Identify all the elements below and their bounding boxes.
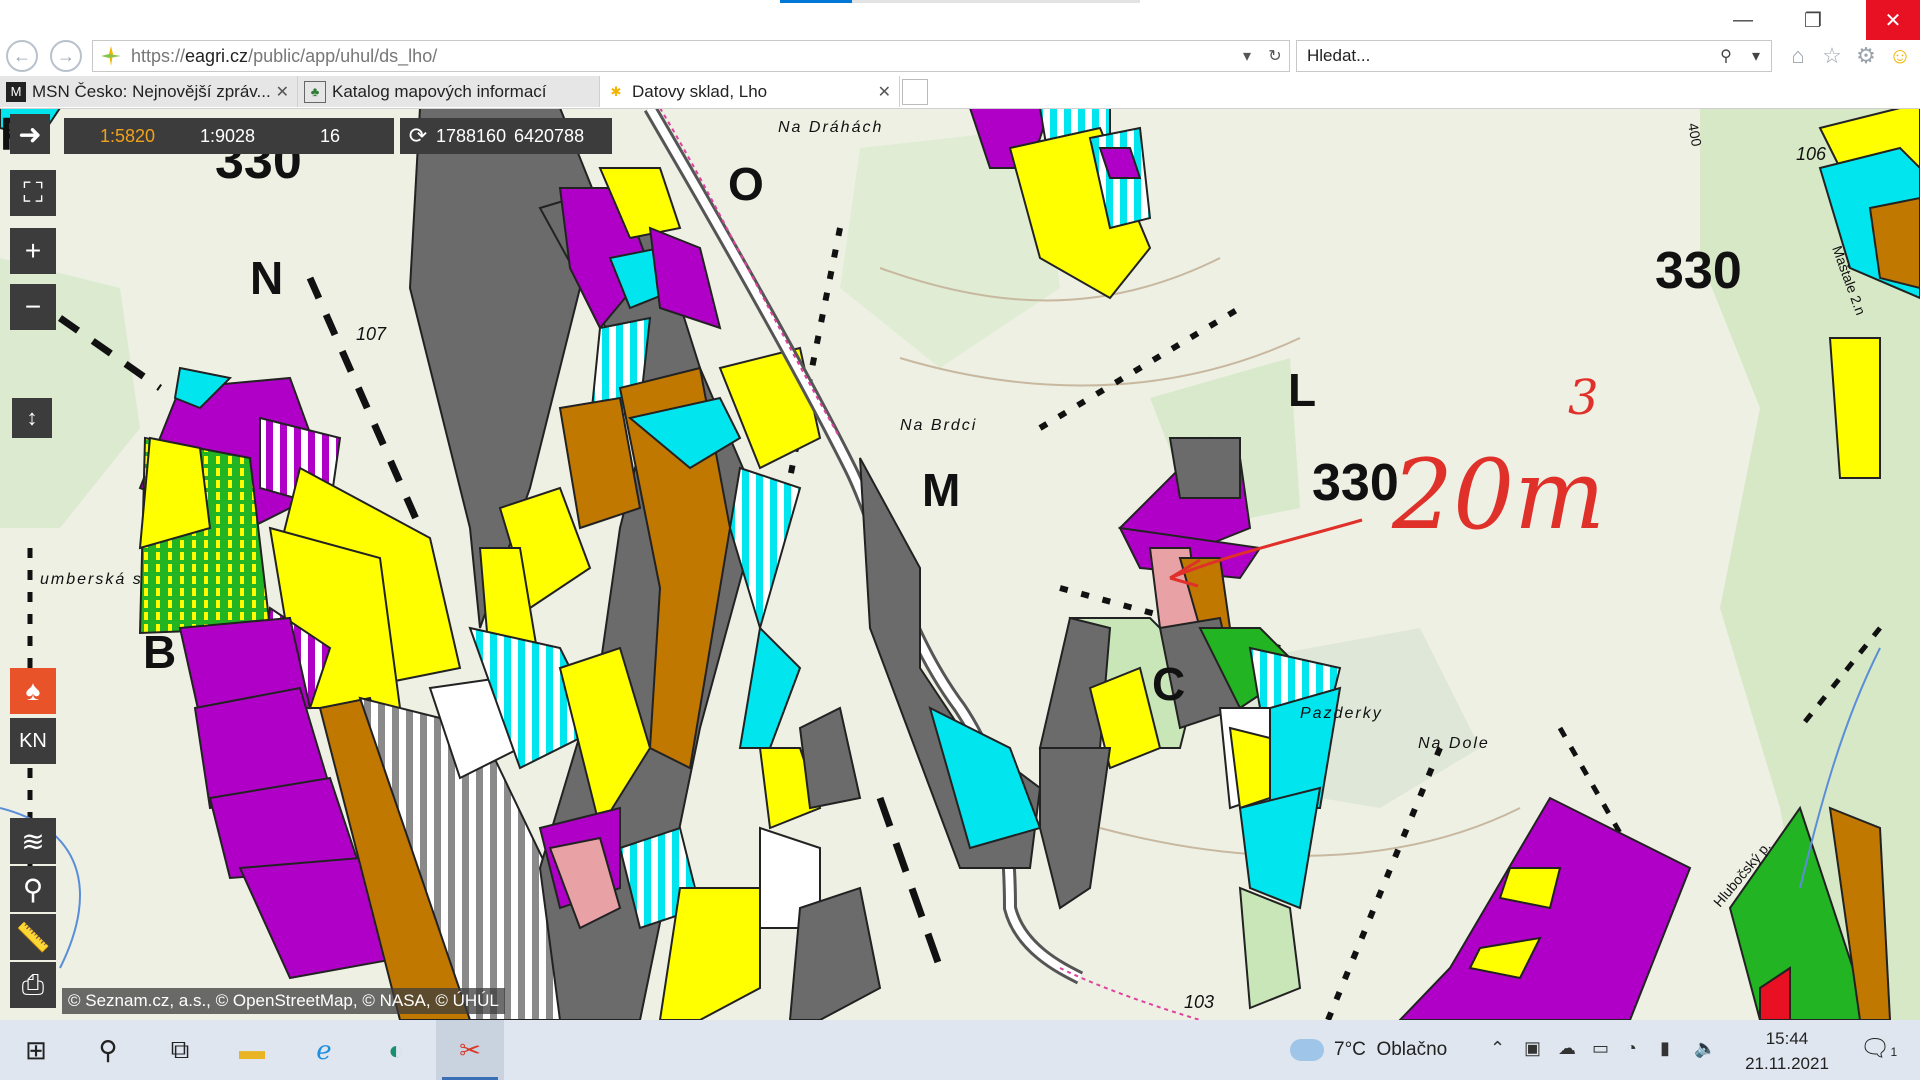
snipping-tool-icon[interactable]: ✂ xyxy=(436,1020,504,1080)
search-map-icon[interactable]: ⚲ xyxy=(10,866,56,912)
minimize-icon[interactable]: — xyxy=(1716,0,1770,40)
annotation-exponent-text: 3 xyxy=(1568,370,1599,426)
tab-msn[interactable]: M MSN Česko: Nejnovější zpráv... ✕ xyxy=(0,76,298,107)
tab-label: Datovy sklad, Lho xyxy=(632,81,768,101)
kn-layer-button[interactable]: KN xyxy=(10,718,56,764)
internet-explorer-icon[interactable]: ℯ xyxy=(290,1020,358,1080)
tab-label: Katalog mapových informací xyxy=(332,81,547,101)
place-label: umberská s xyxy=(40,571,143,588)
zoom-slider-handle-icon[interactable]: ↕ xyxy=(12,398,52,438)
site-favicon-icon: ✱ xyxy=(610,83,622,99)
browser-chrome: — ❐ ✕ ← → https://eagri.cz/public/app/uh… xyxy=(0,0,1920,109)
coord-x: 1788160 xyxy=(436,125,507,146)
address-bar[interactable]: https://eagri.cz/public/app/uhul/ds_lho/… xyxy=(92,40,1290,72)
map-label-b: B xyxy=(143,626,176,678)
print-icon[interactable]: ⎙ xyxy=(10,962,56,1008)
onedrive-icon[interactable]: ☁ xyxy=(1558,1038,1576,1059)
scale-indicator[interactable]: 1:5820 1:9028 16 xyxy=(64,118,394,154)
back-icon[interactable]: ← xyxy=(6,40,38,72)
notification-icon[interactable]: 🗨1 xyxy=(1860,1034,1897,1063)
url-text[interactable]: https://eagri.cz/public/app/uhul/ds_lho/ xyxy=(131,46,1233,67)
map-label-330: 330 xyxy=(1655,242,1742,300)
weather-widget[interactable]: 7°C Oblačno xyxy=(1290,1020,1447,1080)
clock-date: 21.11.2021 xyxy=(1745,1054,1829,1073)
coord-y: 6420788 xyxy=(514,125,585,146)
tree-icon: ♣ xyxy=(304,80,326,103)
annotation-volume-text: 20m xyxy=(1391,439,1605,551)
url-dropdown-icon[interactable]: ▾ xyxy=(1233,46,1261,66)
map-label-l: L xyxy=(1288,364,1316,416)
sync-icon[interactable]: ⟳ xyxy=(400,123,436,149)
height-label: 103 xyxy=(1184,992,1214,1012)
weather-desc: Oblačno xyxy=(1376,1039,1448,1060)
task-view-icon[interactable]: ⧉ xyxy=(146,1020,214,1080)
map-label-c: C xyxy=(1152,658,1185,710)
zoom-level: 16 xyxy=(320,125,341,146)
battery-icon[interactable]: ▮ xyxy=(1660,1038,1670,1059)
search-icon[interactable]: ⚲ xyxy=(1711,46,1741,66)
clock-time: 15:44 xyxy=(1765,1029,1809,1048)
place-label: Na Brdci xyxy=(900,417,977,434)
zoom-in-icon[interactable]: + xyxy=(10,228,56,274)
layers-icon[interactable]: ≋ xyxy=(10,818,56,864)
measure-ruler-icon[interactable]: 📏 xyxy=(10,914,56,960)
system-clock[interactable]: 15:44 21.11.2021 xyxy=(1734,1026,1840,1076)
scale-alt: 1:9028 xyxy=(200,125,256,146)
edge-icon[interactable]: ◐ xyxy=(362,1020,430,1080)
map-canvas[interactable]: 330 330 330 O N P L M B C Na Dráhách Na … xyxy=(0,108,1920,1020)
volume-icon[interactable]: 🔈 xyxy=(1694,1038,1716,1059)
search-icon[interactable]: ⚲ xyxy=(74,1020,142,1080)
settings-gear-icon[interactable]: ⚙ xyxy=(1852,42,1880,70)
forest-layer-icon[interactable]: ♠ xyxy=(10,668,56,714)
search-dropdown-icon[interactable]: ▾ xyxy=(1741,46,1771,66)
map-view[interactable]: 330 330 330 O N P L M B C Na Dráhách Na … xyxy=(0,108,1920,1020)
new-tab-button[interactable] xyxy=(902,79,928,105)
place-label: Pazderky xyxy=(1300,705,1383,722)
wifi-icon[interactable]: ◔ xyxy=(1626,1038,1637,1059)
search-box[interactable]: Hledat... ⚲ ▾ xyxy=(1296,40,1772,72)
tab-label: MSN Česko: Nejnovější zpráv... xyxy=(32,81,271,101)
map-label-330: 330 xyxy=(1312,454,1399,512)
file-explorer-icon[interactable]: ▬ xyxy=(218,1020,286,1080)
restore-icon[interactable]: ❐ xyxy=(1786,0,1840,40)
map-label-o: O xyxy=(728,158,764,210)
window-tab-strip xyxy=(780,0,1140,3)
zoom-out-icon[interactable]: − xyxy=(10,284,56,330)
scale-current[interactable]: 1:5820 xyxy=(100,126,200,147)
display-icon[interactable]: ▭ xyxy=(1592,1038,1609,1059)
tab-bar: M MSN Česko: Nejnovější zpráv... ✕ ♣ Kat… xyxy=(0,76,1920,109)
close-window-icon[interactable]: ✕ xyxy=(1866,0,1920,40)
refresh-icon[interactable]: ↻ xyxy=(1261,46,1289,66)
windows-start-icon[interactable]: ⊞ xyxy=(2,1020,70,1080)
weather-temp: 7°C xyxy=(1334,1039,1366,1060)
tab-datovy-sklad[interactable]: ✱ Datovy sklad, Lho ✕ xyxy=(600,76,900,107)
close-tab-icon[interactable]: ✕ xyxy=(878,82,891,102)
coordinate-display[interactable]: ⟳ 1788160 6420788 xyxy=(400,118,612,154)
notification-count: 1 xyxy=(1890,1045,1898,1059)
height-label: 107 xyxy=(356,324,387,344)
chevron-up-icon[interactable]: ⌃ xyxy=(1490,1038,1505,1059)
close-tab-icon[interactable]: ✕ xyxy=(276,82,289,102)
map-label-n: N xyxy=(250,252,283,304)
map-attribution: © Seznam.cz, a.s., © OpenStreetMap, © NA… xyxy=(62,988,505,1014)
tab-katalog[interactable]: ♣ Katalog mapových informací xyxy=(298,76,600,107)
fullscreen-icon[interactable]: ⛶ xyxy=(10,170,56,216)
expand-panel-arrow-icon[interactable]: ➜ xyxy=(10,114,50,154)
windows-taskbar: ⊞ ⚲ ⧉ ▬ ℯ ◐ ✂ 7°C Oblačno ⌃ ▣ ☁ ▭ ◔ ▮ 🔈 … xyxy=(0,1020,1920,1080)
map-label-m: M xyxy=(922,464,960,516)
cloud-icon xyxy=(1290,1039,1324,1061)
meet-now-icon[interactable]: ▣ xyxy=(1524,1038,1541,1059)
favorites-star-icon[interactable]: ☆ xyxy=(1818,42,1846,70)
msn-icon: M xyxy=(6,81,26,102)
site-favicon-icon xyxy=(101,46,121,66)
home-icon[interactable]: ⌂ xyxy=(1784,42,1812,70)
forward-icon[interactable]: → xyxy=(50,40,82,72)
smiley-feedback-icon[interactable]: ☺ xyxy=(1886,42,1914,70)
search-input[interactable]: Hledat... xyxy=(1297,46,1711,66)
place-label: Na Dole xyxy=(1418,735,1490,752)
place-label: Na Dráhách xyxy=(778,119,883,136)
height-label: 106 xyxy=(1796,144,1827,164)
